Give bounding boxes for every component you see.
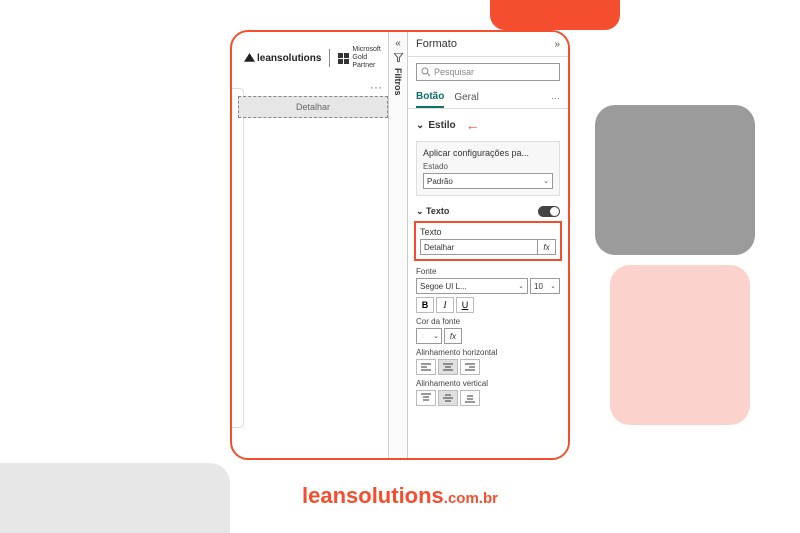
font-family-value: Segoe UI L... xyxy=(420,282,467,291)
cor-fx-button[interactable]: fx xyxy=(444,328,462,344)
footer-suffix: .com.br xyxy=(444,490,498,507)
format-tabs: Botão Geral ··· xyxy=(408,87,568,109)
valign-top-icon xyxy=(420,393,432,403)
align-left-icon xyxy=(420,362,432,372)
callout-arrow-icon: ← xyxy=(466,117,480,133)
row-halign: Alinhamento horizontal xyxy=(416,348,560,375)
chevron-down-icon: ⌄ xyxy=(416,120,424,131)
tabs-more[interactable]: ··· xyxy=(551,93,560,103)
estado-label: Estado xyxy=(423,162,553,171)
estilo-label: Estilo xyxy=(428,120,455,131)
document-edge xyxy=(230,88,244,428)
filters-label: Filtros xyxy=(393,68,403,96)
footer-branding: leansolutions.com.br xyxy=(0,483,800,509)
valign-bottom-icon xyxy=(464,393,476,403)
microsoft-partner-logo: Microsoft Gold Partner xyxy=(338,46,388,69)
filters-collapse-chevron-icon[interactable]: « xyxy=(389,32,407,49)
search-icon xyxy=(421,67,431,77)
chevron-down-icon: ⌄ xyxy=(550,282,556,290)
section-estilo[interactable]: ⌄ Estilo ← xyxy=(408,109,568,137)
canvas-button-label: Detalhar xyxy=(296,102,330,112)
aplicar-title: Aplicar configurações pa... xyxy=(423,148,553,158)
decor-orange-top xyxy=(490,0,620,30)
microsoft-squares-icon xyxy=(338,53,349,64)
format-header: Formato » xyxy=(408,32,568,57)
search-placeholder: Pesquisar xyxy=(434,67,474,77)
chevron-down-icon: ⌄ xyxy=(433,332,439,340)
chevron-down-icon: ⌄ xyxy=(543,177,549,185)
row-fonte: Fonte Segoe UI L... ⌄ 10 ⌄ B I U xyxy=(416,267,560,313)
leansolutions-text: leansolutions xyxy=(257,53,321,64)
align-left-button[interactable] xyxy=(416,359,436,375)
ms-line2: Gold Partner xyxy=(352,54,388,69)
format-search-input[interactable]: Pesquisar xyxy=(416,63,560,81)
estado-value: Padrão xyxy=(427,177,453,186)
valign-middle-icon xyxy=(442,393,454,403)
canvas-area: ··· Detalhar xyxy=(238,80,388,118)
ms-line1: Microsoft xyxy=(352,46,388,54)
font-size-select[interactable]: 10 ⌄ xyxy=(530,278,560,294)
fonte-label: Fonte xyxy=(416,267,560,276)
section-texto[interactable]: ⌄ Texto xyxy=(408,200,568,219)
bold-button[interactable]: B xyxy=(416,297,434,313)
texto-fx-button[interactable]: fx xyxy=(538,239,556,255)
estado-select[interactable]: Padrão ⌄ xyxy=(423,173,553,189)
canvas-detalhar-button[interactable]: Detalhar xyxy=(238,96,388,118)
align-center-button[interactable] xyxy=(438,359,458,375)
row-valign: Alinhamento vertical xyxy=(416,379,560,406)
font-size-value: 10 xyxy=(534,282,543,291)
chevron-down-icon: ⌄ xyxy=(518,282,524,290)
screenshot-card: leansolutions Microsoft Gold Partner ···… xyxy=(230,30,570,460)
font-color-picker[interactable]: ⌄ xyxy=(416,328,442,344)
texto-value: Detalhar xyxy=(424,243,454,252)
funnel-icon xyxy=(389,53,407,64)
texto-toggle[interactable] xyxy=(538,206,560,217)
texto-highlight-box: Texto Detalhar fx xyxy=(414,221,562,261)
visual-more-menu[interactable]: ··· xyxy=(238,80,388,94)
align-right-icon xyxy=(464,362,476,372)
valign-middle-button[interactable] xyxy=(438,390,458,406)
align-center-icon xyxy=(442,362,454,372)
decor-lightred xyxy=(610,265,750,425)
format-panel: Formato » Pesquisar Botão Geral ··· ⌄ Es… xyxy=(408,32,568,458)
footer-main: leansolutions xyxy=(302,483,444,508)
texto-section-label: Texto xyxy=(426,206,449,216)
decor-gray-right xyxy=(595,105,755,255)
texto-input[interactable]: Detalhar xyxy=(420,239,538,255)
leansolutions-mark-icon xyxy=(244,53,255,64)
valign-top-button[interactable] xyxy=(416,390,436,406)
filters-pane-collapsed[interactable]: « Filtros xyxy=(388,32,408,458)
leansolutions-logo: leansolutions xyxy=(244,53,321,64)
tab-geral[interactable]: Geral xyxy=(454,88,478,107)
italic-button[interactable]: I xyxy=(436,297,454,313)
group-aplicar: Aplicar configurações pa... Estado Padrã… xyxy=(416,141,560,196)
valign-label: Alinhamento vertical xyxy=(416,379,560,388)
valign-bottom-button[interactable] xyxy=(460,390,480,406)
canvas-header: leansolutions Microsoft Gold Partner xyxy=(240,38,388,78)
format-title: Formato xyxy=(416,38,457,50)
tab-botao[interactable]: Botão xyxy=(416,87,444,108)
font-family-select[interactable]: Segoe UI L... ⌄ xyxy=(416,278,528,294)
logo-divider xyxy=(329,49,330,67)
underline-button[interactable]: U xyxy=(456,297,474,313)
format-expand-chevron-icon[interactable]: » xyxy=(554,39,560,50)
align-right-button[interactable] xyxy=(460,359,480,375)
texto-label: Texto xyxy=(420,227,556,237)
chevron-down-icon: ⌄ xyxy=(416,206,426,216)
cor-label: Cor da fonte xyxy=(416,317,560,326)
row-cor: Cor da fonte ⌄ fx xyxy=(416,317,560,344)
halign-label: Alinhamento horizontal xyxy=(416,348,560,357)
